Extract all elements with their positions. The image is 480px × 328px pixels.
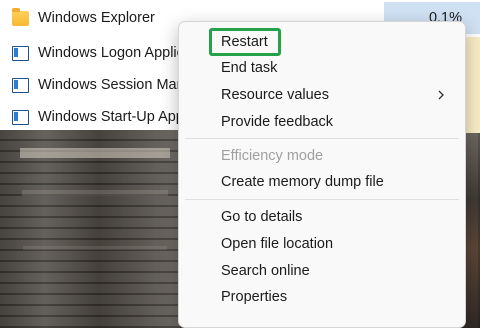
menu-separator: [185, 138, 459, 139]
menu-item-label: Search online: [221, 263, 310, 279]
process-name: Windows Explorer: [38, 10, 155, 26]
menu-item-end-task[interactable]: End task: [179, 55, 465, 81]
process-name-cell: Windows Start-Up App: [0, 101, 180, 133]
process-name-cell: Windows Logon Applic: [0, 37, 180, 69]
menu-item-label: Properties: [221, 289, 288, 305]
chevron-right-icon: [438, 90, 444, 100]
menu-item-label: Provide feedback: [221, 114, 334, 130]
menu-item-create-memory-dump[interactable]: Create memory dump file: [179, 169, 465, 195]
menu-item-resource-values[interactable]: Resource values: [179, 82, 465, 108]
menu-item-open-file-location[interactable]: Open file location: [179, 231, 465, 257]
process-name: Windows Start-Up App: [38, 109, 180, 125]
menu-item-label: Resource values: [221, 87, 329, 103]
menu-item-provide-feedback[interactable]: Provide feedback: [179, 109, 465, 135]
menu-separator: [185, 199, 459, 200]
menu-item-label: Efficiency mode: [221, 148, 324, 164]
process-context-menu: Restart End task Resource values Provide…: [178, 21, 466, 328]
application-window-icon: [12, 109, 29, 125]
menu-item-restart[interactable]: Restart: [179, 29, 465, 55]
application-window-icon: [12, 45, 29, 61]
process-name: Windows Session Mana: [38, 77, 180, 93]
menu-item-label: Create memory dump file: [221, 174, 384, 190]
menu-item-label: Go to details: [221, 209, 303, 225]
menu-item-search-online[interactable]: Search online: [179, 258, 465, 284]
process-name: Windows Logon Applic: [38, 45, 180, 61]
menu-item-label: End task: [221, 60, 278, 76]
menu-item-label: Restart: [221, 34, 268, 50]
process-name-cell: Windows Session Mana: [0, 69, 180, 101]
menu-item-go-to-details[interactable]: Go to details: [179, 204, 465, 230]
process-name-cell: Windows Explorer: [0, 2, 180, 34]
folder-icon: [12, 7, 29, 26]
menu-item-properties[interactable]: Properties: [179, 284, 465, 310]
menu-item-label: Open file location: [221, 236, 334, 252]
application-window-icon: [12, 77, 29, 93]
menu-item-efficiency-mode: Efficiency mode: [179, 143, 465, 169]
